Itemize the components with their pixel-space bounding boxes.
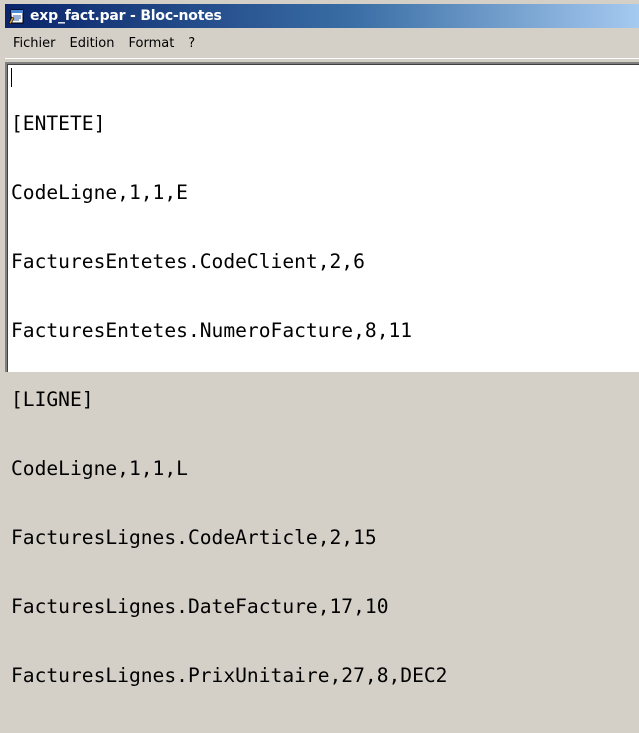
menu-fichier[interactable]: Fichier (5, 34, 63, 54)
notepad-icon (8, 8, 26, 25)
text-line[interactable]: FacturesEntetes.NumeroFacture,8,11 (11, 319, 447, 342)
text-line[interactable]: CodeLigne,1,1,E (11, 181, 447, 204)
text-editor-inner[interactable]: [ENTETE] CodeLigne,1,1,E FacturesEntetes… (7, 64, 639, 687)
text-line[interactable]: FacturesLignes.DateFacture,17,10 (11, 595, 447, 618)
text-line[interactable]: FacturesLignes.CodeArticle,2,15 (11, 526, 447, 549)
text-content[interactable]: [ENTETE] CodeLigne,1,1,E FacturesEntetes… (11, 66, 447, 733)
text-line[interactable]: FacturesEntetes.CodeClient,2,6 (11, 250, 447, 273)
text-line[interactable]: FacturesLignes.PrixUnitaire,27,8,DEC2 (11, 664, 447, 687)
text-line[interactable]: [ENTETE] (11, 112, 447, 135)
text-editor[interactable]: [ENTETE] CodeLigne,1,1,E FacturesEntetes… (5, 62, 639, 687)
menu-edition[interactable]: Edition (63, 34, 122, 54)
text-line[interactable]: CodeLigne,1,1,L (11, 457, 447, 480)
menu-help[interactable]: ? (181, 34, 202, 54)
text-caret (11, 68, 12, 87)
notepad-window: exp_fact.par - Bloc-notes Fichier Editio… (0, 0, 639, 687)
menu-format[interactable]: Format (121, 34, 181, 54)
text-line[interactable]: [LIGNE] (11, 388, 447, 411)
window-title: exp_fact.par - Bloc-notes (30, 8, 222, 24)
menu-bar: Fichier Edition Format ? (5, 30, 639, 59)
title-bar[interactable]: exp_fact.par - Bloc-notes (5, 4, 639, 28)
